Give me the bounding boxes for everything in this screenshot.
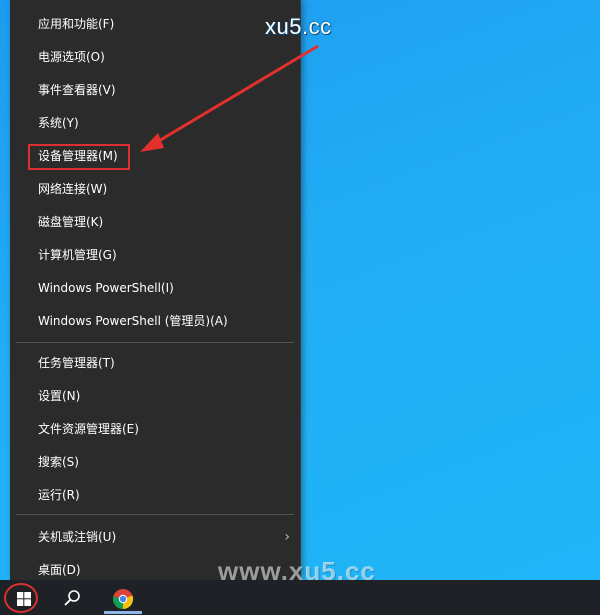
menu-item-power-options[interactable]: 电源选项(O): [10, 43, 300, 71]
menu-item-settings[interactable]: 设置(N): [10, 382, 300, 410]
menu-item-apps-and-features[interactable]: 应用和功能(F): [10, 10, 300, 38]
menu-separator: [16, 342, 294, 343]
windows-start-icon[interactable]: [17, 592, 31, 606]
search-icon[interactable]: [62, 588, 82, 608]
menu-item-powershell-admin[interactable]: Windows PowerShell (管理员)(A): [10, 307, 300, 335]
menu-item-network-connections[interactable]: 网络连接(W): [10, 175, 300, 203]
menu-item-label: 关机或注销(U): [38, 530, 117, 544]
chevron-right-icon: ›: [284, 529, 290, 545]
menu-item-event-viewer[interactable]: 事件查看器(V): [10, 76, 300, 104]
menu-item-search[interactable]: 搜索(S): [10, 448, 300, 476]
menu-item-system[interactable]: 系统(Y): [10, 109, 300, 137]
menu-item-shutdown-or-sign-out[interactable]: 关机或注销(U) ›: [10, 523, 300, 551]
taskbar: [0, 580, 600, 615]
watermark-top: xu5.cc: [265, 14, 332, 39]
menu-item-file-explorer[interactable]: 文件资源管理器(E): [10, 415, 300, 443]
highlight-box-device-manager: [28, 144, 130, 170]
winx-context-menu: 应用和功能(F) 电源选项(O) 事件查看器(V) 系统(Y) 设备管理器(M)…: [10, 0, 301, 580]
menu-item-powershell[interactable]: Windows PowerShell(I): [10, 274, 300, 302]
menu-item-task-manager[interactable]: 任务管理器(T): [10, 349, 300, 377]
menu-separator: [16, 514, 294, 515]
menu-item-run[interactable]: 运行(R): [10, 481, 300, 509]
active-app-indicator: [104, 611, 142, 614]
chrome-icon[interactable]: [112, 588, 134, 610]
menu-item-computer-management[interactable]: 计算机管理(G): [10, 241, 300, 269]
menu-item-disk-management[interactable]: 磁盘管理(K): [10, 208, 300, 236]
